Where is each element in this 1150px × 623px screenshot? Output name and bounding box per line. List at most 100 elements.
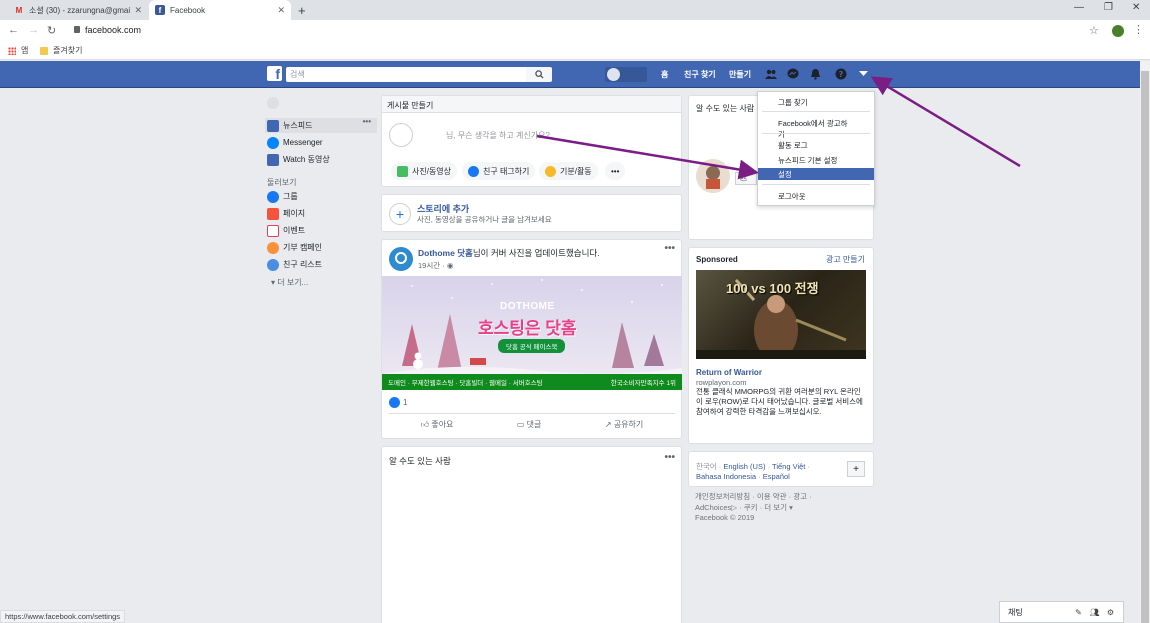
groups-icon: [267, 190, 279, 203]
language-link[interactable]: Español: [763, 472, 790, 481]
post-timestamp[interactable]: 19시간 · ◉: [418, 260, 453, 271]
see-more-link[interactable]: ▾ 더 보기...: [271, 277, 308, 288]
menu-icon[interactable]: ⋮: [1133, 23, 1144, 36]
ad-title-link[interactable]: Return of Warrior: [696, 368, 762, 377]
notifications-bell-icon[interactable]: [808, 67, 822, 81]
tag-friends-button[interactable]: 친구 태그하기: [462, 162, 536, 180]
sidebar-item-pages[interactable]: 페이지: [265, 206, 377, 221]
bookmark-apps[interactable]: 앱: [8, 45, 28, 56]
menu-item-advertise[interactable]: Facebook에서 광고하기: [758, 117, 874, 139]
nav-find-friends[interactable]: 친구 찾기: [684, 69, 716, 80]
settings-gear-icon[interactable]: ⚙: [1106, 608, 1115, 617]
avatar[interactable]: [389, 247, 413, 271]
new-tab-button[interactable]: +: [298, 3, 306, 18]
footer-link[interactable]: 이용 약관: [757, 492, 787, 501]
sidebar-item-watch[interactable]: Watch 동영상: [265, 152, 377, 167]
add-story-card[interactable]: + 스토리에 추가 사진, 동영상을 공유하거나 글을 남겨보세요: [381, 194, 682, 232]
minimize-icon[interactable]: —: [1074, 2, 1084, 13]
photo-video-button[interactable]: 사진/동영상: [391, 162, 458, 180]
sidebar-item-label: 페이지: [283, 209, 306, 218]
tab-gmail[interactable]: M 소셜 (30) - zzarungna@gmail.co ✕: [8, 0, 148, 20]
sponsored-title: Sponsored: [696, 255, 738, 264]
reload-icon[interactable]: ↻: [47, 24, 56, 37]
messenger-icon: [267, 136, 279, 149]
menu-divider: [762, 184, 870, 185]
chat-bar[interactable]: 채팅 ✎ 👥︎ ⚙: [999, 601, 1124, 623]
button-label: 친구 태그하기: [483, 166, 530, 176]
footer-link[interactable]: 광고: [793, 492, 807, 501]
forward-icon[interactable]: →: [28, 24, 39, 36]
add-language-button[interactable]: +: [847, 461, 865, 477]
messenger-icon[interactable]: [786, 67, 800, 81]
bookmark-star-icon[interactable]: ☆: [1089, 24, 1099, 37]
share-button[interactable]: ↗ 공유하기: [605, 419, 643, 430]
sidebar-item-events[interactable]: 이벤트: [265, 223, 377, 238]
post-options-icon[interactable]: •••: [664, 243, 675, 254]
restore-icon[interactable]: ❐: [1104, 2, 1113, 13]
avatar[interactable]: [267, 97, 279, 109]
sidebar-item-friend-lists[interactable]: 친구 리스트: [265, 257, 377, 272]
nav-create[interactable]: 만들기: [729, 69, 751, 80]
menu-item-settings[interactable]: 설정: [758, 168, 874, 180]
annotation-arrow-2: [870, 76, 1021, 168]
post-author-link[interactable]: Dothome 닷홈: [418, 248, 473, 258]
group-chat-icon[interactable]: 👥︎: [1089, 608, 1099, 617]
profile-button[interactable]: [605, 67, 647, 82]
search-button[interactable]: [526, 67, 552, 82]
post-image[interactable]: DOTHOME 호스팅은 닷홈 닷홈 공식 페이스북 도메인 · 무제한웹호스팅…: [382, 276, 682, 390]
nav-home[interactable]: 홈: [661, 69, 668, 80]
composer-input[interactable]: 님, 무슨 생각을 하고 계신가요?: [446, 130, 550, 141]
menu-item-logout[interactable]: 로그아웃: [758, 190, 874, 202]
profile-avatar[interactable]: [1112, 25, 1124, 37]
account-menu-chevron-down-icon[interactable]: [856, 67, 870, 81]
language-link[interactable]: English (US): [723, 462, 765, 471]
footer-link[interactable]: 더 보기: [764, 503, 787, 512]
menu-item-newsfeed-preferences[interactable]: 뉴스피드 기본 설정: [758, 154, 874, 166]
footer-link[interactable]: 개인정보처리방침: [695, 492, 750, 501]
watch-video-icon: [267, 153, 279, 166]
pymk-options-icon[interactable]: •••: [664, 452, 675, 463]
bookmark-favorites[interactable]: 즐겨찾기: [40, 45, 82, 56]
search-input[interactable]: 검색: [286, 67, 526, 82]
comment-button[interactable]: ▭ 댓글: [517, 419, 542, 430]
more-options-icon[interactable]: •••: [363, 117, 371, 126]
ad-image[interactable]: 100 vs 100 전쟁: [696, 270, 866, 359]
fundraiser-heart-icon: [267, 241, 279, 254]
add-friend-button[interactable]: 👤︎: [735, 172, 757, 185]
tab-title: Facebook: [170, 5, 206, 15]
close-window-icon[interactable]: ✕: [1132, 2, 1140, 13]
back-icon[interactable]: ←: [8, 24, 19, 36]
menu-item-find-groups[interactable]: 그룹 찾기: [758, 96, 874, 108]
facebook-logo-icon[interactable]: f: [267, 66, 282, 82]
language-link[interactable]: Tiếng Việt: [772, 462, 805, 471]
scrollbar-thumb[interactable]: [1141, 71, 1149, 623]
sidebar-item-newsfeed[interactable]: 뉴스피드 •••: [265, 117, 377, 133]
sidebar-item-groups[interactable]: 그룹: [265, 189, 377, 204]
sidebar-item-messenger[interactable]: Messenger: [265, 135, 377, 150]
create-ad-link[interactable]: 광고 만들기: [826, 254, 865, 265]
tab-facebook[interactable]: f Facebook ✕: [149, 0, 291, 20]
sidebar-item-fundraisers[interactable]: 기부 캠페인: [265, 240, 377, 255]
language-link[interactable]: Bahasa Indonesia: [696, 472, 756, 481]
reaction-count[interactable]: 1: [389, 397, 407, 408]
friend-list-icon: [267, 258, 279, 271]
like-reaction-icon: [389, 397, 400, 408]
like-button[interactable]: 👍︎ 좋아요: [421, 419, 454, 430]
apps-grid-icon: [8, 46, 16, 55]
friend-requests-icon[interactable]: [764, 67, 778, 81]
language-card: 한국어 · English (US) · Tiếng Việt · Bahasa…: [688, 451, 874, 487]
url-input[interactable]: facebook.com: [63, 25, 141, 35]
footer-link[interactable]: AdChoices: [695, 503, 731, 512]
composer-more-button[interactable]: •••: [605, 162, 626, 180]
feeling-activity-button[interactable]: 기분/활동: [539, 162, 598, 180]
close-tab-icon[interactable]: ✕: [134, 5, 142, 16]
page-scrollbar[interactable]: [1140, 61, 1150, 623]
new-message-icon[interactable]: ✎: [1074, 608, 1083, 617]
footer-link[interactable]: 쿠키: [744, 503, 758, 512]
suggested-person-avatar[interactable]: [696, 159, 730, 193]
close-tab-icon[interactable]: ✕: [277, 5, 285, 16]
search-icon: [534, 70, 544, 79]
post-actions: 👍︎ 좋아요 ▭ 댓글 ↗ 공유하기: [389, 413, 675, 435]
help-icon[interactable]: ?: [834, 67, 848, 81]
menu-item-activity-log[interactable]: 활동 로그: [758, 139, 874, 151]
